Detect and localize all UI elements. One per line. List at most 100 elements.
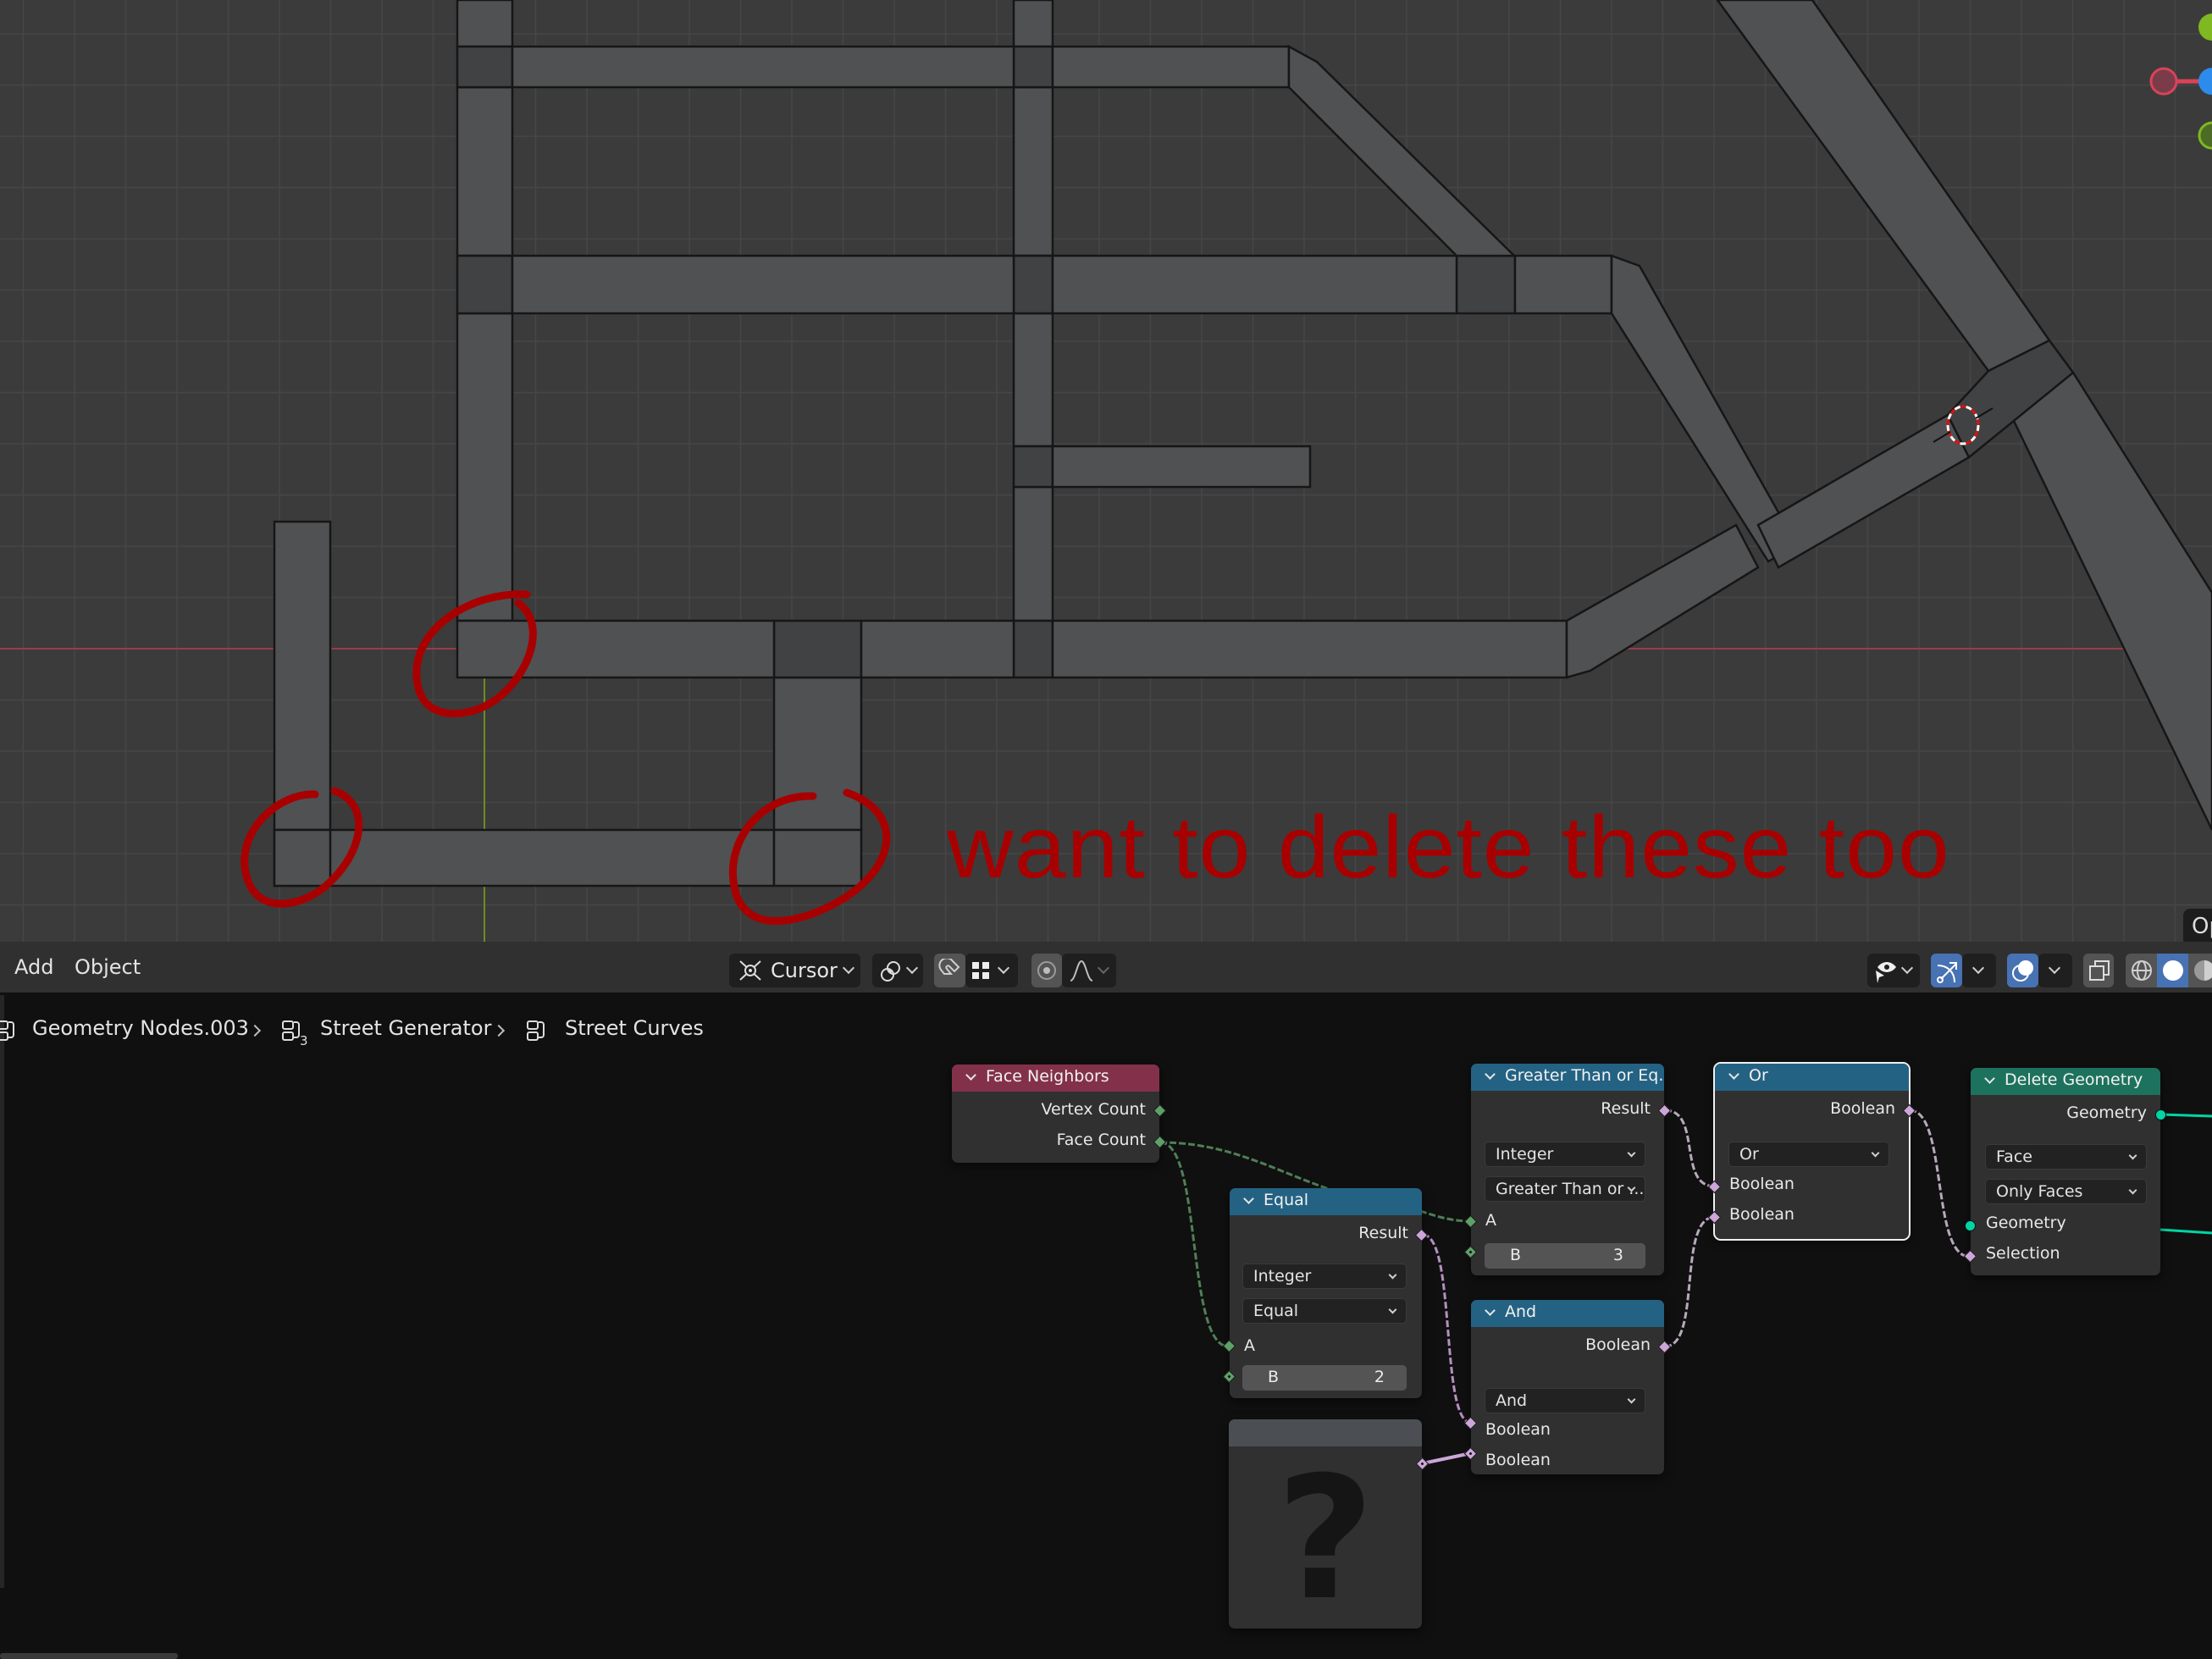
overlays-options-dropdown[interactable]	[2038, 954, 2072, 987]
street-face[interactable]	[1999, 371, 2212, 831]
node-and[interactable]: And Boolean And Boolean Boolean	[1471, 1300, 1664, 1474]
input-boolean-2: Boolean	[1485, 1451, 1551, 1469]
menu-add[interactable]: Add	[14, 955, 53, 979]
collapse-chevron-icon[interactable]	[1485, 1305, 1496, 1316]
node-header[interactable]: And	[1471, 1300, 1664, 1327]
street-face[interactable]	[456, 86, 514, 257]
street-face[interactable]	[1012, 0, 1054, 48]
3d-viewport[interactable]: want to delete these too Op	[0, 0, 2212, 942]
gizmo-options-dropdown[interactable]	[1962, 954, 1996, 987]
collapse-chevron-icon[interactable]	[1728, 1069, 1739, 1080]
shading-solid-button[interactable]	[2157, 954, 2188, 987]
street-face[interactable]	[1513, 254, 1613, 315]
street-face[interactable]	[1716, 0, 2051, 373]
operation-dropdown[interactable]: Greater Than or ...	[1485, 1176, 1645, 1202]
selectability-visibility-dropdown[interactable]	[1867, 954, 1920, 987]
overlays-icon	[2012, 960, 2033, 982]
node-or[interactable]: Or Boolean Or Boolean Boolean	[1713, 1062, 1911, 1241]
street-face[interactable]	[1012, 485, 1054, 622]
snap-toggle[interactable]	[934, 954, 965, 987]
node-header[interactable]: Or	[1715, 1064, 1909, 1091]
street-face[interactable]	[456, 619, 776, 679]
junction-face[interactable]	[1455, 254, 1517, 315]
junction-face[interactable]	[456, 254, 514, 315]
mode-dropdown[interactable]: Only Faces	[1985, 1179, 2147, 1204]
domain-dropdown[interactable]: Face	[1985, 1144, 2147, 1170]
street-face[interactable]	[1610, 254, 1799, 563]
node-header[interactable]: Greater Than or Eq...	[1471, 1064, 1664, 1091]
chevron-down-icon	[1871, 1148, 1880, 1158]
junction-face[interactable]	[772, 619, 863, 679]
data-type-dropdown[interactable]: Integer	[1485, 1142, 1645, 1167]
shading-wireframe-button[interactable]	[2126, 954, 2157, 987]
street-face[interactable]	[273, 520, 332, 832]
chevron-down-icon	[2128, 1151, 2137, 1160]
operation-dropdown[interactable]: Equal	[1242, 1298, 1407, 1324]
junction-face[interactable]	[1012, 254, 1054, 315]
socket-delete-geometry-input[interactable]	[1965, 1220, 1976, 1231]
output-result: Result	[1601, 1099, 1651, 1118]
proportional-edit-toggle[interactable]	[1031, 954, 1062, 987]
junction-face[interactable]	[1012, 619, 1054, 679]
breadcrumb-node-group[interactable]: Street Generator	[320, 1016, 491, 1040]
operation-dropdown[interactable]: And	[1485, 1388, 1645, 1413]
street-face[interactable]	[511, 254, 1015, 315]
proportional-falloff-dropdown[interactable]	[1062, 954, 1116, 987]
street-face[interactable]	[1051, 254, 1458, 315]
collapse-chevron-icon[interactable]	[1243, 1193, 1254, 1204]
street-mesh[interactable]	[273, 0, 2212, 888]
wireframe-sphere-icon	[2132, 960, 2152, 981]
junction-face[interactable]	[456, 45, 514, 89]
node-header[interactable]: Delete Geometry	[1971, 1068, 2160, 1095]
horizontal-scrollbar[interactable]	[0, 1653, 178, 1659]
socket-delete-geometry-output[interactable]	[2155, 1109, 2166, 1120]
gizmo-toggle[interactable]	[1931, 954, 1962, 987]
node-missing[interactable]: ?	[1229, 1419, 1422, 1629]
data-type-dropdown[interactable]: Integer	[1242, 1264, 1407, 1289]
node-tree-icon	[0, 1019, 14, 1042]
street-face[interactable]	[1012, 312, 1054, 448]
collapse-chevron-icon[interactable]	[965, 1070, 976, 1081]
last-operator-panel-button[interactable]: Op	[2183, 909, 2212, 942]
chevron-down-icon	[1971, 961, 1985, 975]
snap-target-dropdown[interactable]	[965, 954, 1018, 987]
gizmo-y-negative	[2198, 121, 2212, 150]
street-face[interactable]	[1051, 619, 1568, 679]
chevron-down-icon	[1097, 961, 1110, 975]
junction-face[interactable]	[1012, 45, 1054, 89]
input-b-field[interactable]: B2	[1242, 1365, 1407, 1391]
operation-dropdown[interactable]: Or	[1728, 1142, 1889, 1167]
node-tree-icon	[527, 1019, 545, 1042]
menu-object[interactable]: Object	[75, 955, 141, 979]
transform-orientation-dropdown[interactable]	[872, 954, 923, 987]
street-face[interactable]	[456, 0, 514, 48]
input-b-field[interactable]: B3	[1485, 1243, 1645, 1269]
node-delete-geometry[interactable]: Delete Geometry Geometry Face Only Faces…	[1971, 1068, 2160, 1275]
street-face[interactable]	[772, 676, 863, 832]
node-header[interactable]: Face Neighbors	[952, 1065, 1159, 1092]
street-face[interactable]	[772, 828, 863, 888]
street-face[interactable]	[511, 45, 1015, 89]
node-equal[interactable]: Equal Result Integer Equal A B2	[1230, 1188, 1422, 1398]
street-face[interactable]	[860, 619, 1015, 679]
street-face[interactable]	[456, 312, 514, 622]
pivot-point-dropdown[interactable]: Cursor	[729, 954, 860, 987]
input-boolean-1: Boolean	[1485, 1420, 1551, 1439]
shading-material-button[interactable]	[2188, 954, 2212, 987]
node-greater-than-or-equal[interactable]: Greater Than or Eq... Result Integer Gre…	[1471, 1064, 1664, 1275]
street-face[interactable]	[1287, 44, 1518, 257]
street-face[interactable]	[273, 828, 332, 888]
collapse-chevron-icon[interactable]	[1984, 1073, 1995, 1084]
breadcrumb-current-group[interactable]: Street Curves	[565, 1016, 704, 1040]
collapse-chevron-icon[interactable]	[1485, 1069, 1496, 1080]
node-face-neighbors[interactable]: Face Neighbors Vertex Count Face Count	[952, 1065, 1159, 1163]
street-face[interactable]	[1012, 86, 1054, 257]
junction-face[interactable]	[1012, 445, 1054, 489]
breadcrumb-modifier[interactable]: Geometry Nodes.003	[32, 1016, 249, 1040]
street-face[interactable]	[1051, 45, 1291, 89]
xray-toggle[interactable]	[2083, 954, 2114, 987]
overlays-toggle[interactable]	[2007, 954, 2038, 987]
street-face[interactable]	[1756, 413, 1971, 569]
node-header[interactable]: Equal	[1230, 1188, 1422, 1215]
street-face[interactable]	[1051, 445, 1312, 489]
